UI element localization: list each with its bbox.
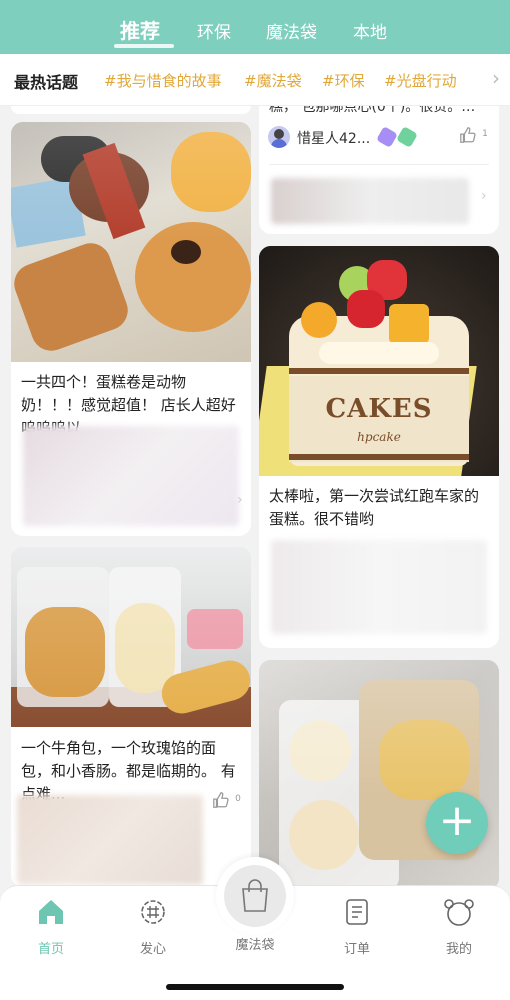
blurred-content — [271, 540, 487, 634]
nav-home-label: 首页 — [37, 942, 64, 957]
create-post-button[interactable]: + — [426, 792, 488, 854]
card-caption: 太棒啦，第一次尝试红跑车家的蛋糕。很不错哟 — [269, 487, 480, 528]
active-tab-indicator — [114, 44, 174, 48]
nav-mine-label: 我的 — [445, 942, 472, 957]
tab-magic-bag[interactable]: 魔法袋 — [266, 18, 317, 43]
cake-sublabel: hpcake — [357, 430, 401, 444]
feed-card[interactable]: 一个牛角包，一个玫瑰馅的面包，和小香肠。都是临期的。 有点难... 0 — [11, 547, 251, 887]
nav-mine[interactable]: 我的 — [419, 894, 499, 957]
blurred-content — [17, 795, 203, 885]
post-photo: CAKES hpcake — [259, 246, 499, 476]
cake-label: CAKES — [325, 394, 433, 424]
feed-card[interactable]: CAKES hpcake 太棒啦，第一次尝试红跑车家的蛋糕。很不错哟 — [259, 246, 499, 648]
chevron-right-icon[interactable]: › — [492, 66, 500, 90]
like-button[interactable]: 0 — [212, 791, 241, 813]
card-partial-top-left[interactable] — [11, 106, 251, 114]
card-caption: 糕， 包那哪点心(0个)。很贵。… — [269, 106, 476, 115]
tab-eco[interactable]: 环保 — [197, 18, 231, 43]
top-tab-bar: 推荐 环保 魔法袋 本地 — [0, 0, 510, 54]
topic-tag-clean-plate[interactable]: #光盘行动 — [384, 70, 457, 91]
like-count: 0 — [235, 794, 241, 804]
post-photo — [11, 547, 251, 727]
bear-face-icon — [419, 894, 499, 930]
tab-recommend[interactable]: 推荐 — [120, 15, 160, 44]
author-name[interactable]: 惜星人42... — [297, 128, 370, 148]
topic-tag-magic-bag[interactable]: #魔法袋 — [244, 70, 302, 91]
hot-topics-bar: 最热话题 #我与惜食的故事 #魔法袋 #环保 #光盘行动 › — [0, 54, 510, 106]
like-count: 1 — [482, 129, 488, 139]
hashtag-flower-icon — [113, 894, 193, 930]
feed-card[interactable]: 一共四个！蛋糕卷是动物奶！！！感觉超值！ 店长人超好呜呜呜以... › — [11, 122, 251, 536]
chevron-right-icon[interactable]: › — [481, 188, 487, 204]
plus-icon: + — [438, 795, 476, 846]
nav-orders[interactable]: 订单 — [317, 894, 397, 957]
avatar[interactable] — [268, 126, 290, 148]
home-indicator — [166, 984, 344, 990]
thumbs-up-icon — [460, 127, 476, 143]
blurred-content — [271, 178, 469, 224]
feed-card[interactable] — [259, 660, 499, 890]
badge-icon — [396, 126, 418, 148]
like-button[interactable]: 1 — [459, 126, 488, 148]
chevron-right-icon[interactable]: › — [237, 492, 243, 508]
blurred-content — [23, 426, 239, 526]
nav-post[interactable]: 发心 — [113, 894, 193, 957]
thumbs-up-icon — [213, 792, 229, 808]
nav-magic-bag-label: 魔法袋 — [235, 938, 275, 953]
badge-icon — [376, 126, 398, 148]
nav-home[interactable]: 首页 — [11, 894, 91, 957]
nav-orders-label: 订单 — [343, 942, 370, 957]
order-list-icon — [317, 894, 397, 930]
post-photo — [259, 660, 499, 890]
post-photo — [11, 122, 251, 362]
nav-post-label: 发心 — [139, 942, 166, 957]
topic-tag-eco[interactable]: #环保 — [322, 70, 365, 91]
card-partial-top-right[interactable]: 糕， 包那哪点心(0个)。很贵。… 惜星人42... 1 › — [259, 106, 499, 234]
home-icon — [11, 894, 91, 930]
tab-local[interactable]: 本地 — [353, 18, 387, 43]
hot-topics-title: 最热话题 — [14, 73, 79, 92]
magic-bag-button[interactable] — [216, 857, 294, 935]
topic-tag-story[interactable]: #我与惜食的故事 — [104, 70, 222, 91]
shopping-bag-icon — [224, 865, 286, 927]
